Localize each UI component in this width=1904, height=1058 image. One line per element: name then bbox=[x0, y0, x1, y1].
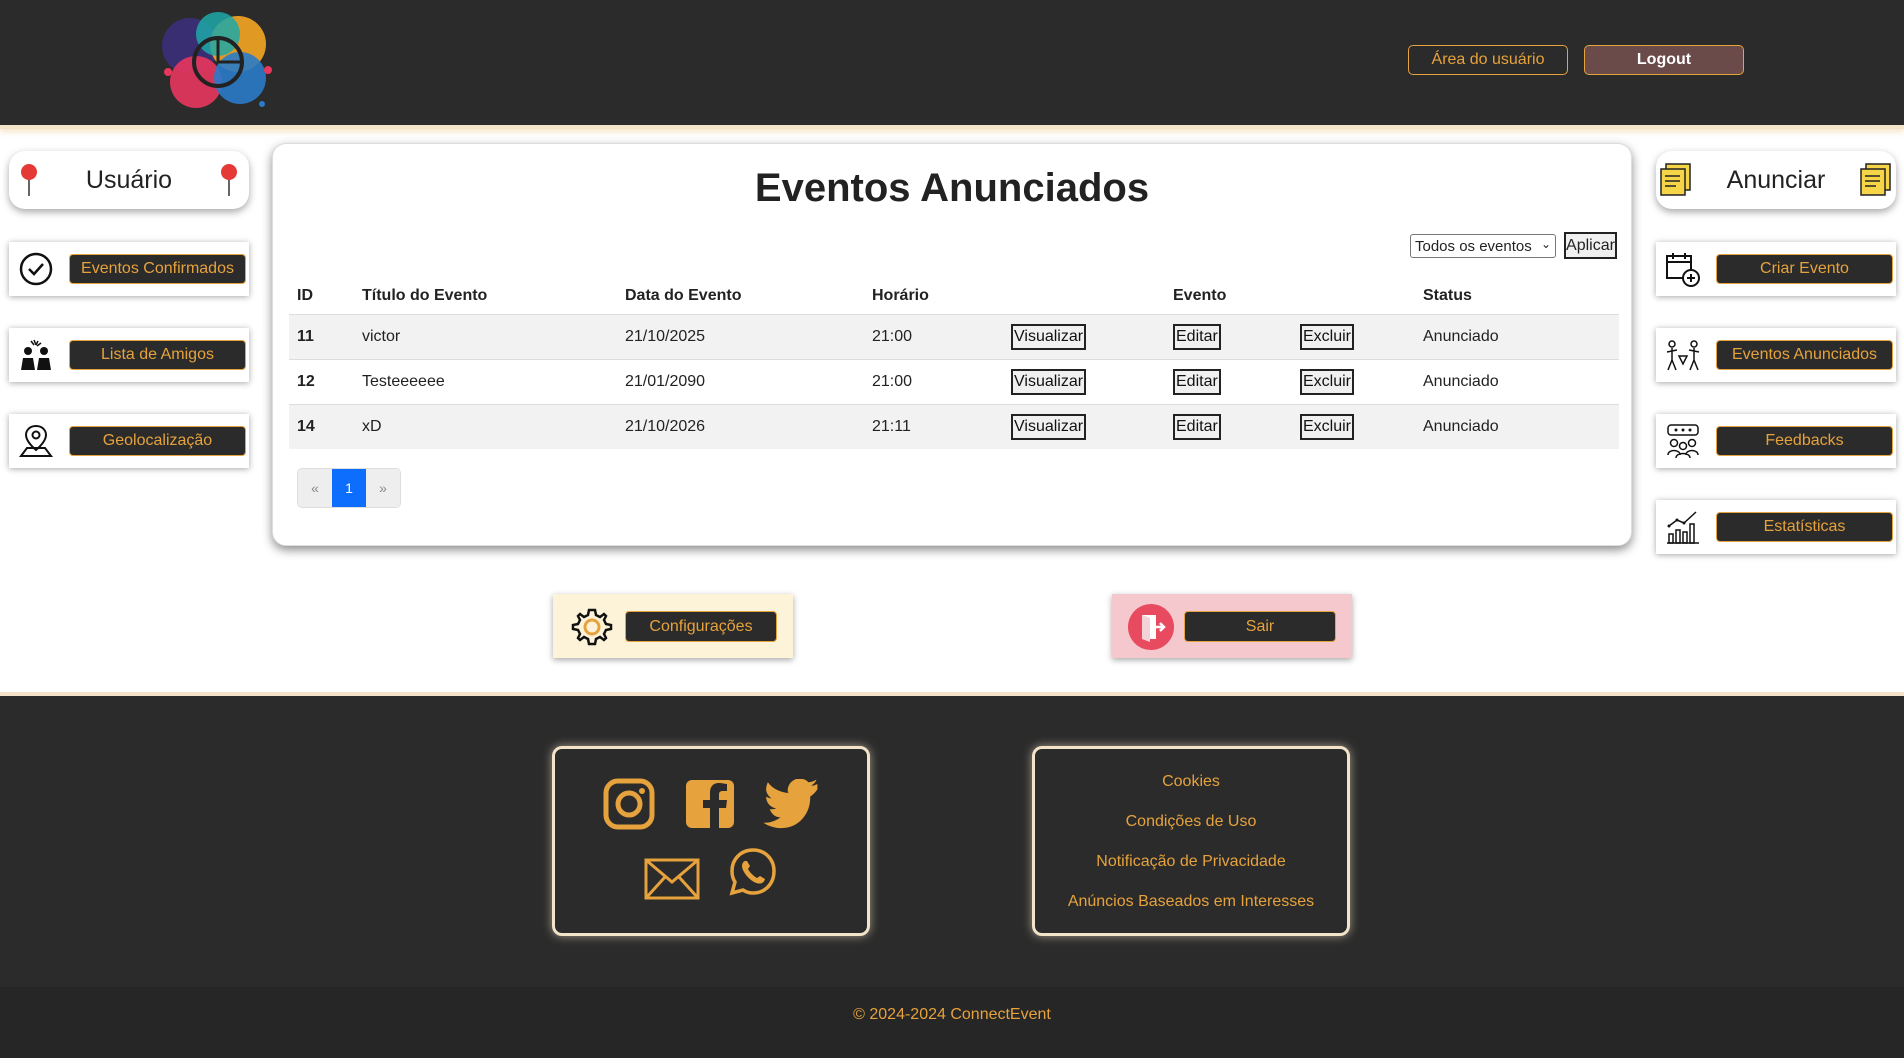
column-header: Horário bbox=[872, 287, 929, 304]
check-circle-icon bbox=[17, 250, 55, 288]
table-row: 14 xD 21/10/2026 21:11 Visualizar Editar… bbox=[289, 404, 1619, 449]
event-id: 11 bbox=[289, 314, 354, 360]
create-event-button[interactable]: Criar Evento bbox=[1716, 254, 1893, 284]
friends-list-button[interactable]: Lista de Amigos bbox=[69, 340, 246, 370]
connectevent-logo[interactable] bbox=[160, 12, 276, 112]
event-title: xD bbox=[354, 404, 617, 449]
pagination-next[interactable]: » bbox=[366, 469, 400, 507]
delete-button[interactable]: Excluir bbox=[1300, 369, 1355, 395]
sidebar-item-announced-events: Eventos Anunciados bbox=[1656, 328, 1896, 382]
friends-icon bbox=[17, 336, 55, 374]
cookies-link[interactable]: Cookies bbox=[1035, 773, 1347, 791]
map-pin-icon bbox=[17, 422, 55, 460]
site-header: Área do usuário Logout bbox=[0, 0, 1904, 129]
edit-button[interactable]: Editar bbox=[1173, 414, 1221, 440]
settings-button[interactable]: Configurações bbox=[625, 611, 777, 642]
announced-events-panel: Eventos Anunciados Todos os eventos ⌄ Ap… bbox=[272, 143, 1632, 546]
event-id: 12 bbox=[289, 359, 354, 405]
pushpin-icon bbox=[209, 160, 249, 200]
view-button[interactable]: Visualizar bbox=[1011, 369, 1087, 395]
events-table: ID Título do Evento Data do Evento Horár… bbox=[289, 278, 1619, 449]
page-title: Eventos Anunciados bbox=[754, 166, 1150, 210]
exit-door-icon bbox=[1128, 604, 1174, 650]
table-row: 11 victor 21/10/2025 21:00 Visualizar Ed… bbox=[289, 314, 1619, 360]
apply-filter-button[interactable]: Aplicar bbox=[1564, 232, 1617, 259]
confirmed-events-button[interactable]: Eventos Confirmados bbox=[69, 254, 246, 284]
email-icon[interactable] bbox=[643, 855, 701, 909]
whatsapp-icon[interactable] bbox=[729, 847, 777, 897]
table-row: 12 Testeeeeee 21/01/2090 21:00 Visualiza… bbox=[289, 359, 1619, 405]
column-header: Título do Evento bbox=[362, 287, 488, 304]
delete-button[interactable]: Excluir bbox=[1300, 414, 1355, 440]
event-date: 21/01/2090 bbox=[617, 359, 864, 405]
sticky-notes-icon bbox=[1656, 160, 1696, 200]
event-title: Testeeeeee bbox=[354, 359, 617, 405]
announced-events-button[interactable]: Eventos Anunciados bbox=[1716, 340, 1893, 370]
event-time: 21:11 bbox=[864, 404, 1003, 449]
view-button[interactable]: Visualizar bbox=[1011, 414, 1087, 440]
feedbacks-button[interactable]: Feedbacks bbox=[1716, 426, 1893, 456]
sidebar-item-geolocation: Geolocalização bbox=[9, 414, 249, 468]
event-title: victor bbox=[354, 314, 617, 360]
copyright-text: © 2024-2024 ConnectEvent bbox=[853, 1006, 1051, 1023]
facebook-icon[interactable] bbox=[683, 777, 737, 831]
event-status: Anunciado bbox=[1415, 404, 1619, 449]
exit-card: Sair bbox=[1112, 594, 1352, 658]
settings-card: Configurações bbox=[553, 594, 793, 658]
statistics-button[interactable]: Estatísticas bbox=[1716, 512, 1893, 542]
privacy-notice-link[interactable]: Notificação de Privacidade bbox=[1035, 853, 1347, 871]
event-date: 21/10/2025 bbox=[617, 314, 864, 360]
column-header: Data do Evento bbox=[625, 287, 742, 304]
pushpin-icon bbox=[9, 160, 49, 200]
column-header: ID bbox=[297, 287, 313, 304]
user-sidebar-title: Usuário bbox=[9, 151, 249, 209]
site-footer: Cookies Condições de Uso Notificação de … bbox=[0, 692, 1904, 1058]
table-header-row: ID Título do Evento Data do Evento Horár… bbox=[289, 278, 1619, 315]
stats-chart-icon bbox=[1664, 508, 1702, 546]
edit-button[interactable]: Editar bbox=[1173, 369, 1221, 395]
event-filter-value: Todos os eventos bbox=[1415, 237, 1532, 255]
social-links-box bbox=[552, 746, 870, 936]
geolocation-button[interactable]: Geolocalização bbox=[69, 426, 246, 456]
people-icon bbox=[1664, 336, 1702, 374]
event-date: 21/10/2026 bbox=[617, 404, 864, 449]
user-sidebar-label: Usuário bbox=[85, 165, 173, 194]
view-button[interactable]: Visualizar bbox=[1011, 324, 1087, 350]
column-header bbox=[1003, 278, 1165, 315]
edit-button[interactable]: Editar bbox=[1173, 324, 1221, 350]
terms-of-use-link[interactable]: Condições de Uso bbox=[1035, 813, 1347, 831]
announce-sidebar-label: Anunciar bbox=[1726, 165, 1826, 194]
interest-based-ads-link[interactable]: Anúncios Baseados em Interesses bbox=[1035, 893, 1347, 911]
event-filter-select[interactable]: Todos os eventos ⌄ bbox=[1410, 234, 1556, 258]
exit-button[interactable]: Sair bbox=[1184, 611, 1336, 642]
logout-button[interactable]: Logout bbox=[1584, 45, 1744, 75]
column-header: Status bbox=[1423, 287, 1472, 304]
calendar-add-icon bbox=[1664, 250, 1702, 288]
legal-links-box: Cookies Condições de Uso Notificação de … bbox=[1032, 746, 1350, 936]
sidebar-item-feedbacks: Feedbacks bbox=[1656, 414, 1896, 468]
event-status: Anunciado bbox=[1415, 359, 1619, 405]
pagination: « 1 » bbox=[297, 468, 401, 508]
twitter-icon[interactable] bbox=[763, 778, 823, 833]
user-area-button[interactable]: Área do usuário bbox=[1408, 45, 1568, 75]
pagination-page[interactable]: 1 bbox=[332, 469, 366, 507]
feedback-icon bbox=[1664, 422, 1702, 460]
sticky-notes-icon bbox=[1856, 160, 1896, 200]
sidebar-item-statistics: Estatísticas bbox=[1656, 500, 1896, 554]
event-time: 21:00 bbox=[864, 314, 1003, 360]
chevron-down-icon: ⌄ bbox=[1540, 237, 1551, 251]
sidebar-item-confirmed-events: Eventos Confirmados bbox=[9, 242, 249, 296]
event-time: 21:00 bbox=[864, 359, 1003, 405]
sidebar-item-create-event: Criar Evento bbox=[1656, 242, 1896, 296]
sidebar-item-friends: Lista de Amigos bbox=[9, 328, 249, 382]
gear-icon bbox=[571, 606, 613, 648]
announce-sidebar-title: Anunciar bbox=[1656, 151, 1896, 209]
instagram-icon[interactable] bbox=[602, 777, 656, 831]
event-id: 14 bbox=[289, 404, 354, 449]
event-status: Anunciado bbox=[1415, 314, 1619, 360]
column-header: Evento bbox=[1173, 287, 1227, 304]
pagination-prev[interactable]: « bbox=[298, 469, 332, 507]
column-header bbox=[1292, 278, 1415, 315]
delete-button[interactable]: Excluir bbox=[1300, 324, 1355, 350]
